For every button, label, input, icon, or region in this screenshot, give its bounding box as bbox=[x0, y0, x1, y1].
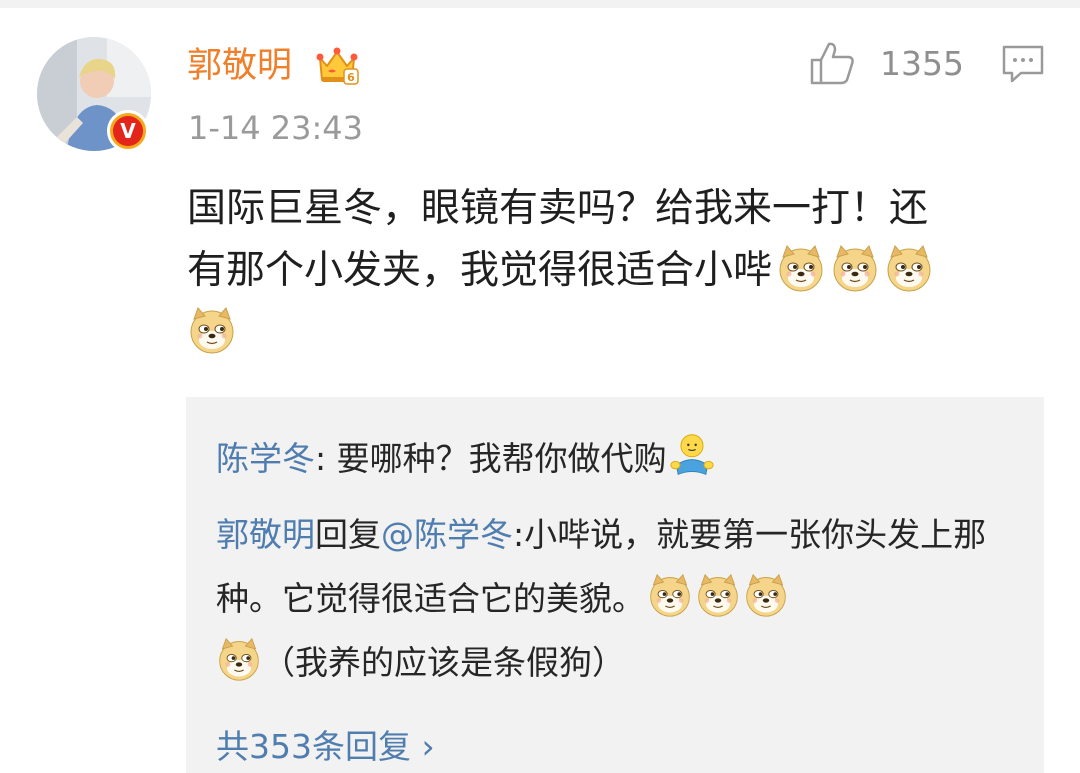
doge-emoji bbox=[830, 243, 880, 293]
doge-emoji bbox=[743, 572, 789, 618]
more-replies-link[interactable]: 共353条回复 › bbox=[216, 722, 435, 772]
reply-item: 郭敬明回复@陈学冬:小哔说，就要第一张你头发上那种。它觉得很适合它的美貌。 （我养… bbox=[216, 503, 1016, 695]
post-content-line: 有那个小发夹，我觉得很适合小哔 bbox=[187, 240, 1067, 302]
chevron-right-icon: › bbox=[421, 727, 435, 766]
reply-author[interactable]: 郭敬明 bbox=[216, 515, 315, 554]
post-content-line: 国际巨星冬，眼镜有卖吗？给我来一打！还 bbox=[187, 186, 929, 231]
doge-emoji bbox=[884, 243, 934, 293]
top-divider bbox=[0, 0, 1080, 8]
crown-level: 6 bbox=[347, 71, 355, 84]
comment-bubble-icon[interactable] bbox=[1001, 44, 1045, 84]
reply-text: （我养的应该是条假狗） bbox=[262, 643, 625, 682]
hug-emoji bbox=[669, 432, 715, 478]
doge-emoji bbox=[187, 305, 237, 355]
verified-badge-letter: V bbox=[113, 116, 143, 146]
doge-emoji bbox=[216, 636, 262, 682]
reply-separator: : bbox=[315, 439, 327, 478]
doge-emoji bbox=[776, 243, 826, 293]
crown-vip-icon[interactable]: 6 bbox=[314, 44, 360, 88]
post-timestamp: 1-14 23:43 bbox=[188, 109, 364, 147]
doge-emoji bbox=[695, 572, 741, 618]
thumbs-up-icon[interactable] bbox=[808, 40, 856, 86]
verified-badge: V bbox=[107, 110, 149, 152]
doge-emoji bbox=[647, 572, 693, 618]
reply-author[interactable]: 陈学冬 bbox=[216, 439, 315, 478]
post-content-text: 有那个小发夹，我觉得很适合小哔 bbox=[187, 248, 773, 293]
post-content-line bbox=[187, 302, 1067, 364]
reply-panel: 陈学冬: 要哪种？我帮你做代购 郭敬明回复@陈学冬:小哔说，就要第一张你头发上那… bbox=[186, 397, 1044, 773]
reply-mention[interactable]: @陈学冬 bbox=[381, 515, 513, 554]
reply-item: 陈学冬: 要哪种？我帮你做代购 bbox=[216, 427, 1016, 491]
reply-text: 要哪种？我帮你做代购 bbox=[326, 439, 667, 478]
reply-separator: : bbox=[513, 515, 525, 554]
more-replies-label: 共353条回复 bbox=[216, 727, 411, 766]
like-count: 1355 bbox=[880, 44, 964, 83]
post-content: 国际巨星冬，眼镜有卖吗？给我来一打！还 有那个小发夹，我觉得很适合小哔 bbox=[187, 178, 1067, 364]
post-username[interactable]: 郭敬明 bbox=[187, 42, 292, 90]
reply-word: 回复 bbox=[315, 515, 381, 554]
